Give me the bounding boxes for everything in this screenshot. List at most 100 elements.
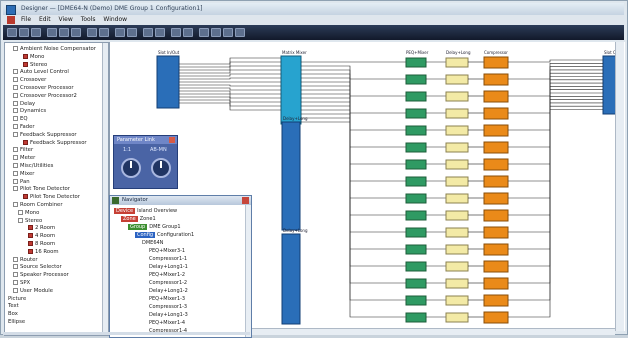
save-icon[interactable] — [31, 28, 41, 37]
align-right-icon[interactable] — [211, 28, 221, 37]
tree-item[interactable]: Mixer — [13, 170, 34, 178]
align-top-icon[interactable] — [223, 28, 233, 37]
tree-item[interactable]: Feedback Suppressor — [13, 131, 77, 139]
tree-item[interactable]: Pan — [13, 178, 30, 186]
tree-item-label: Delay — [20, 100, 36, 107]
zoom-out-icon[interactable] — [155, 28, 165, 37]
navigator-item[interactable]: PEQ+Mixer1-2 — [149, 272, 185, 278]
tree-item-label: Filter — [20, 147, 34, 154]
left-knob[interactable] — [121, 158, 141, 178]
navigator-scrollbar[interactable] — [245, 205, 251, 337]
tree-item[interactable]: Pilot Tone Detector — [23, 194, 80, 201]
select-icon[interactable] — [183, 28, 193, 37]
tree-item[interactable]: Text — [8, 303, 19, 310]
navigator-item[interactable]: Delay+Long1-2 — [149, 288, 188, 294]
tree-item[interactable]: Box — [8, 311, 18, 318]
tree-item[interactable]: Crossover Processor — [13, 85, 74, 92]
tree-item[interactable]: SPX — [13, 280, 30, 287]
right-knob[interactable] — [151, 158, 171, 178]
zoom-in-icon[interactable] — [143, 28, 153, 37]
tree-item[interactable]: Stereo — [18, 217, 42, 225]
tree-item[interactable]: Router — [13, 256, 38, 264]
tree-item[interactable]: Ambient Noise Compensator — [13, 46, 96, 53]
menu-file[interactable]: File — [21, 16, 31, 23]
tree-item[interactable]: Fader — [13, 124, 35, 131]
compressor-block — [483, 260, 509, 273]
copy-icon[interactable] — [59, 28, 69, 37]
navigator-item[interactable]: Delay+Long1-1 — [149, 264, 188, 270]
tree-item[interactable]: Picture — [8, 296, 26, 303]
tree-item[interactable]: Crossover — [13, 77, 46, 84]
navigator-item[interactable]: Device Island Overview — [114, 208, 177, 214]
close-icon[interactable] — [169, 137, 175, 143]
canvas-vertical-scrollbar[interactable] — [615, 42, 624, 331]
compile-icon[interactable] — [115, 28, 125, 37]
compressor-block — [483, 107, 509, 120]
tree-item[interactable]: 4 Room — [28, 233, 55, 240]
paste-icon[interactable] — [71, 28, 81, 37]
canvas-horizontal-scrollbar[interactable] — [250, 328, 615, 335]
tree-item[interactable]: Auto Level Control — [13, 69, 69, 76]
tree-item[interactable]: 2 Room — [28, 225, 55, 232]
navigator-item[interactable]: PEQ+Mixer1-4 — [149, 320, 185, 326]
redo-icon[interactable] — [99, 28, 109, 37]
compressor-block — [483, 90, 509, 103]
navigator-item[interactable]: Compressor1-2 — [149, 280, 187, 286]
delay-long-block — [445, 312, 469, 323]
navigator-window[interactable]: Navigator Device Island Overview Zone Zone1… — [109, 195, 252, 338]
component-tree[interactable]: Ambient Noise Compensator Mono Stereo Auto … — [4, 42, 109, 336]
parameter-link-window[interactable]: Parameter Link 1:1 AB-MN — [113, 135, 178, 189]
navigator-item[interactable]: Zone Zone1 — [121, 216, 156, 222]
tree-item[interactable]: Room Combiner — [13, 202, 63, 209]
wire — [301, 97, 406, 216]
cut-icon[interactable] — [47, 28, 57, 37]
help-icon[interactable] — [235, 28, 245, 37]
tree-item[interactable]: Delay — [13, 100, 36, 108]
tree-item[interactable]: Meter — [13, 155, 35, 162]
tree-item[interactable]: 8 Room — [28, 241, 55, 248]
tree-item[interactable]: Speaker Processor — [13, 272, 69, 279]
align-left-icon[interactable] — [199, 28, 209, 37]
tree-item[interactable]: Dynamics — [13, 108, 46, 115]
menu-edit[interactable]: Edit — [39, 16, 51, 23]
expand-icon — [13, 178, 18, 184]
wire — [301, 109, 406, 267]
new-icon[interactable] — [7, 28, 17, 37]
tree-item[interactable]: EQ — [13, 116, 28, 123]
tree-item[interactable]: User Module — [13, 287, 53, 295]
tree-item[interactable]: Misc/Utilities — [13, 163, 53, 170]
navigator-item[interactable]: Compressor1-1 — [149, 256, 187, 262]
close-icon[interactable] — [242, 197, 249, 204]
menu-tools[interactable]: Tools — [81, 16, 96, 23]
menu-view[interactable]: View — [59, 16, 73, 23]
tree-item[interactable]: Mono — [23, 53, 44, 61]
tree-item[interactable]: Feedback Suppressor — [23, 139, 87, 147]
navigator-item[interactable]: Compressor1-3 — [149, 304, 187, 310]
tree-item[interactable]: Source Selector — [13, 264, 62, 271]
navigator-item-label: DME64N — [142, 240, 164, 246]
menu-window[interactable]: Window — [103, 16, 127, 23]
tree-item-label: Feedback Suppressor — [30, 139, 87, 146]
open-icon[interactable] — [19, 28, 29, 37]
navigator-item[interactable]: Delay+Long1-3 — [149, 312, 188, 318]
tree-item[interactable]: Stereo — [23, 61, 47, 69]
tree-item[interactable]: Crossover Processor2 — [13, 92, 77, 100]
tree-item[interactable]: Mono — [18, 209, 39, 217]
navigator-item[interactable]: PEQ+Mixer3-1 — [149, 248, 185, 254]
navigator-item[interactable]: DME64N — [142, 240, 163, 246]
online-icon[interactable] — [127, 28, 137, 37]
tree-item[interactable]: Ellipse — [8, 319, 25, 326]
undo-icon[interactable] — [87, 28, 97, 37]
wire — [508, 109, 603, 318]
peq-block — [405, 244, 427, 255]
navigator-item[interactable]: Group DME Group1 — [128, 224, 181, 230]
tree-item-label: Router — [20, 256, 38, 263]
tree-item-label: Crossover Processor2 — [20, 92, 77, 99]
tree-item[interactable]: Filter — [13, 147, 33, 154]
navigator-item[interactable]: PEQ+Mixer1-3 — [149, 296, 185, 302]
navigator-item[interactable]: Config Configuration1 — [135, 232, 194, 238]
tree-item[interactable]: 16 Room — [28, 248, 59, 256]
tree-item[interactable]: Pilot Tone Detector — [13, 186, 70, 193]
tree-scrollbar[interactable] — [102, 43, 108, 335]
wire-icon[interactable] — [171, 28, 181, 37]
